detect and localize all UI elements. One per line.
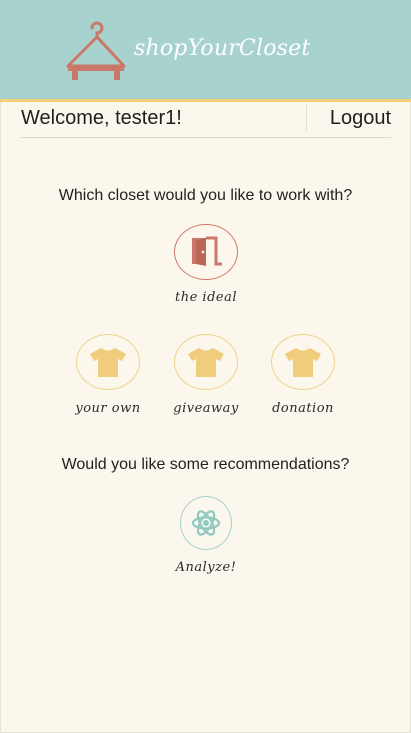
closet-question: Which closet would you like to work with… bbox=[58, 187, 353, 204]
top-bar: Welcome, tester1! Logout bbox=[21, 103, 391, 138]
ideal-closet-button[interactable] bbox=[174, 224, 238, 280]
own-closet-button[interactable] bbox=[76, 334, 140, 390]
hanger-logo-icon bbox=[66, 21, 126, 80]
recommendations-question: Would you like some recommendations? bbox=[61, 456, 350, 473]
giveaway-closet-button[interactable] bbox=[174, 334, 238, 390]
ideal-closet-label: the ideal bbox=[174, 290, 237, 305]
donation-closet-button[interactable] bbox=[271, 334, 335, 390]
own-closet-label: your own bbox=[75, 401, 141, 416]
shirt-icon bbox=[188, 348, 224, 377]
logout-link[interactable]: Logout bbox=[330, 107, 391, 130]
app-header: shopYourCloset bbox=[0, 0, 411, 102]
welcome-text: Welcome, tester1! bbox=[21, 107, 182, 129]
atom-icon bbox=[191, 510, 221, 536]
giveaway-closet-label: giveaway bbox=[173, 401, 239, 416]
door-icon bbox=[192, 236, 222, 266]
brand-title: shopYourCloset bbox=[134, 36, 311, 61]
donation-closet-label: donation bbox=[272, 401, 334, 416]
shirt-icon bbox=[285, 348, 321, 377]
topbar-divider bbox=[306, 105, 307, 131]
analyze-label: Analyze! bbox=[175, 560, 237, 575]
shirt-icon bbox=[90, 348, 126, 377]
analyze-button[interactable] bbox=[180, 496, 232, 550]
